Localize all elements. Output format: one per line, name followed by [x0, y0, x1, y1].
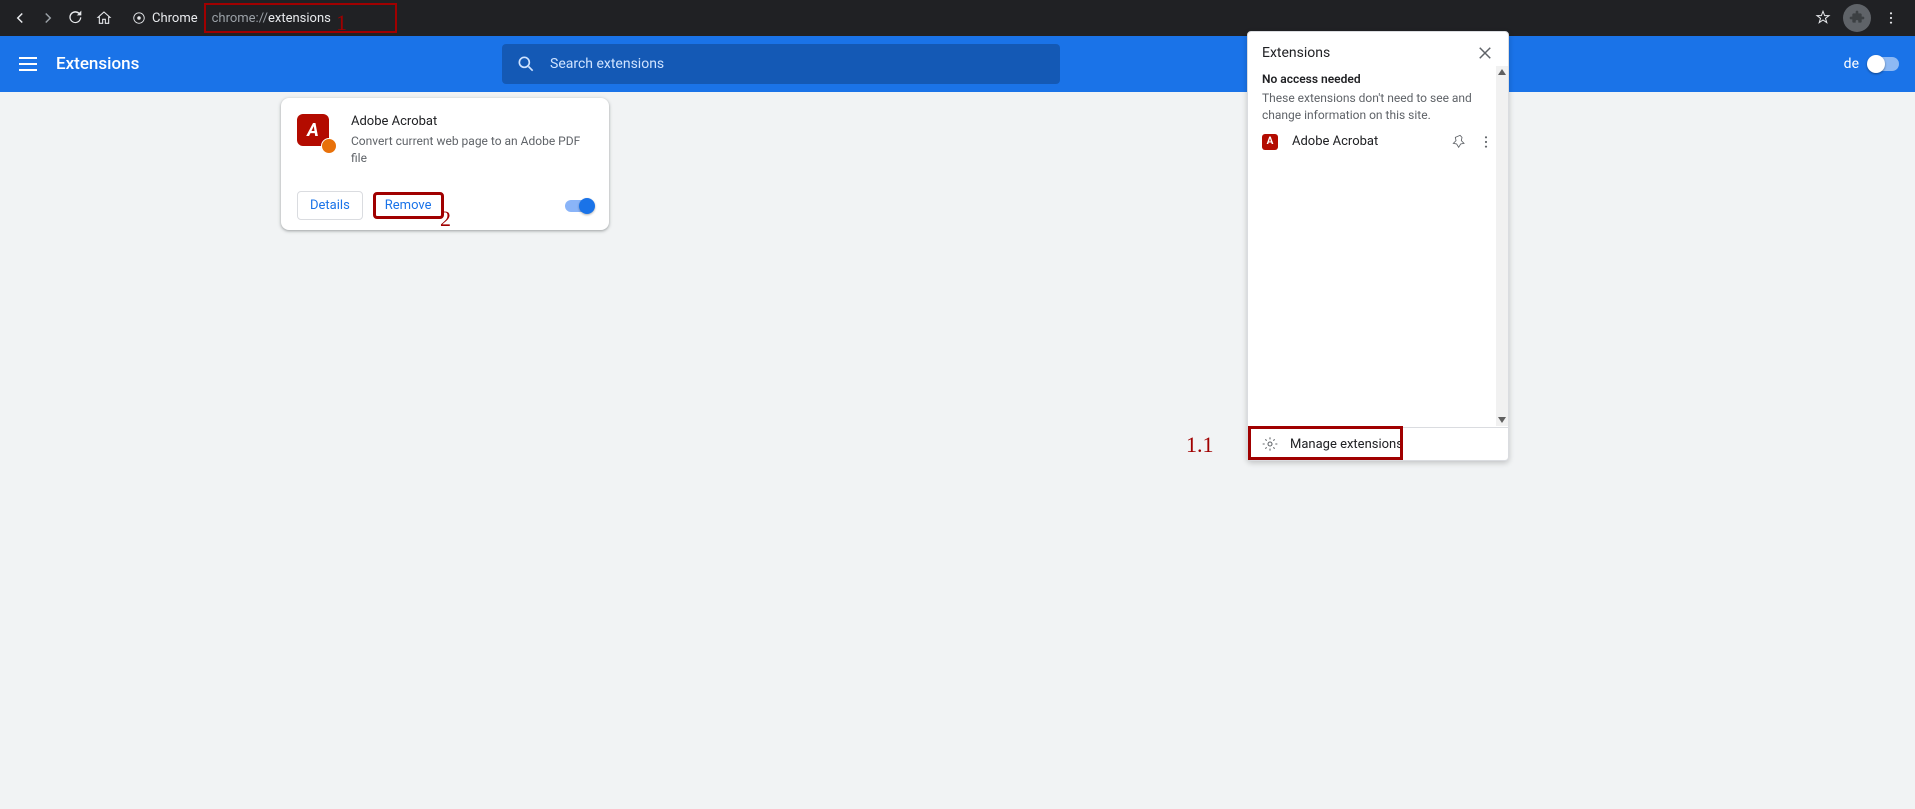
- manage-extensions-label: Manage extensions: [1290, 437, 1403, 452]
- extensions-popup: Extensions No access needed These extens…: [1247, 31, 1509, 461]
- more-icon[interactable]: [1478, 134, 1494, 150]
- search-extensions-input[interactable]: Search extensions: [502, 44, 1060, 84]
- search-placeholder: Search extensions: [550, 56, 664, 72]
- popup-footer: Manage extensions: [1248, 427, 1508, 460]
- developer-mode-control: de: [1844, 56, 1899, 72]
- developer-mode-toggle[interactable]: [1869, 57, 1899, 71]
- bookmark-star-button[interactable]: [1809, 4, 1837, 32]
- chrome-menu-button[interactable]: [1877, 4, 1905, 32]
- dev-mode-label: de: [1844, 56, 1859, 72]
- url-highlight-annotation: chrome://extensions: [204, 3, 397, 33]
- popup-extension-item[interactable]: A Adobe Acrobat: [1248, 124, 1508, 160]
- acrobat-mini-icon: A: [1262, 134, 1278, 150]
- pin-icon[interactable]: [1452, 134, 1468, 150]
- url-label: Chrome: [152, 11, 198, 26]
- popup-access-text: These extensions don't need to see and c…: [1262, 90, 1494, 124]
- popup-title: Extensions: [1262, 45, 1330, 61]
- acrobat-icon: A: [297, 114, 333, 150]
- remove-button[interactable]: Remove: [373, 192, 444, 219]
- page-title: Extensions: [56, 54, 139, 74]
- back-button[interactable]: [6, 4, 34, 32]
- browser-toolbar: Chrome chrome://extensions: [0, 0, 1915, 36]
- manage-extensions-button[interactable]: Manage extensions: [1248, 428, 1508, 460]
- extension-enable-toggle[interactable]: [565, 200, 593, 212]
- address-bar[interactable]: Chrome chrome://extensions: [126, 3, 397, 33]
- close-icon[interactable]: [1476, 44, 1494, 62]
- url-scheme: chrome://: [212, 11, 268, 26]
- extensions-header: Extensions Search extensions de: [0, 36, 1915, 92]
- extension-name: Adobe Acrobat: [351, 114, 593, 129]
- annotation-1: 1: [336, 10, 347, 36]
- extension-description: Convert current web page to an Adobe PDF…: [351, 133, 593, 167]
- forward-button[interactable]: [34, 4, 62, 32]
- extensions-puzzle-button[interactable]: [1843, 4, 1871, 32]
- chrome-logo-icon: [132, 11, 146, 25]
- popup-scrollbar[interactable]: [1496, 66, 1508, 426]
- home-button[interactable]: [90, 4, 118, 32]
- popup-no-access-heading: No access needed: [1262, 72, 1494, 86]
- gear-icon: [1262, 436, 1278, 452]
- hamburger-menu-icon[interactable]: [16, 52, 40, 76]
- reload-button[interactable]: [62, 4, 90, 32]
- url-path: extensions: [268, 11, 331, 26]
- annotation-1-1: 1.1: [1186, 432, 1214, 458]
- search-icon: [516, 54, 536, 74]
- popup-item-name: Adobe Acrobat: [1292, 134, 1442, 149]
- annotation-2: 2: [440, 206, 451, 232]
- details-button[interactable]: Details: [297, 191, 363, 220]
